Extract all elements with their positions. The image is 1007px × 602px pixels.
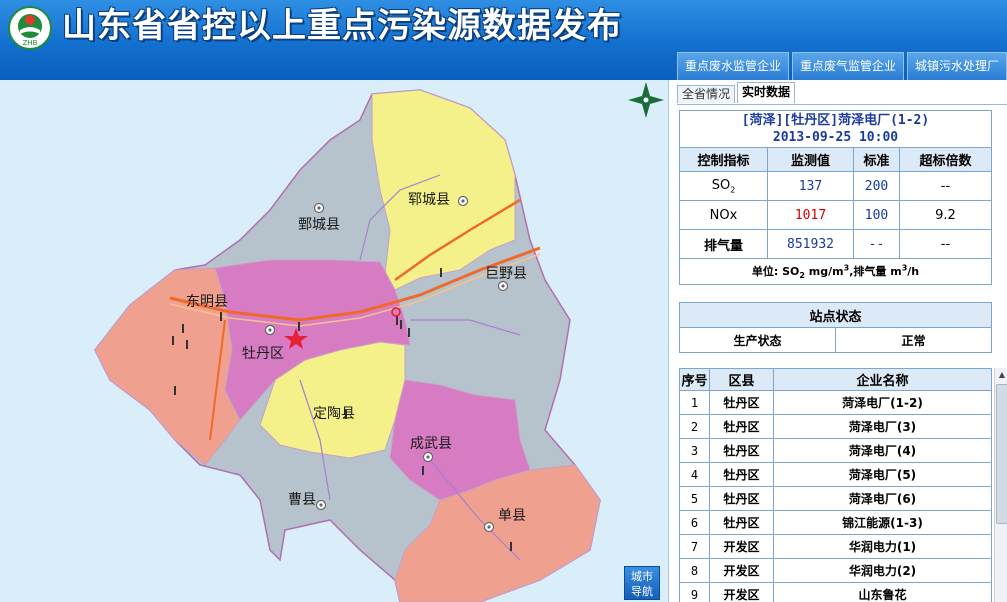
site-header: [菏泽][牡丹区]菏泽电厂(1-2) 2013-09-25 10:00 bbox=[679, 110, 992, 148]
col-multiple: 超标倍数 bbox=[899, 147, 992, 172]
header-bar: ZHB 山东省省控以上重点污染源数据发布 重点废水监管企业 重点废气监管企业 城… bbox=[0, 0, 1007, 80]
label-chengwu: 成武县 bbox=[410, 436, 452, 452]
label-dingtao: 定陶县 bbox=[313, 406, 355, 422]
gas-standard: -- bbox=[853, 229, 900, 259]
col-county: 区县 bbox=[709, 368, 774, 391]
company-table: 序号 区县 企业名称 1 牡丹区 菏泽电厂(1-2) 2 牡丹区 菏泽电厂(3) 3 牡丹… bbox=[679, 368, 992, 602]
production-status-label: 生产状态 bbox=[679, 327, 836, 353]
col-value: 监测值 bbox=[767, 147, 854, 172]
station-status-table: 站点状态 生产状态 正常 bbox=[679, 302, 992, 353]
info-panel: 全省情况 实时数据 [菏泽][牡丹区]菏泽电厂(1-2) 2013-09-25 … bbox=[668, 80, 1007, 602]
scroll-up-icon[interactable]: ▲ bbox=[996, 368, 1007, 382]
site-datetime: 2013-09-25 10:00 bbox=[772, 130, 899, 145]
company-row[interactable]: 4 牡丹区 菏泽电厂(5) bbox=[679, 462, 992, 487]
nav-tab-sewage-plant[interactable]: 城镇污水处理厂 bbox=[906, 52, 1007, 80]
scrollbar-thumb[interactable] bbox=[996, 384, 1007, 524]
panel-tabs: 全省情况 实时数据 bbox=[677, 82, 797, 104]
production-status-value: 正常 bbox=[835, 327, 992, 353]
company-row[interactable]: 7 开发区 华润电力(1) bbox=[679, 534, 992, 559]
col-no: 序号 bbox=[679, 368, 710, 391]
company-list[interactable]: 序号 区县 企业名称 1 牡丹区 菏泽电厂(1-2) 2 牡丹区 菏泽电厂(3) 3 牡丹… bbox=[679, 368, 1007, 602]
tab-realtime-data[interactable]: 实时数据 bbox=[737, 82, 796, 103]
label-caoxian: 曹县 bbox=[288, 492, 316, 508]
city-nav-line-1: 城市 bbox=[631, 570, 653, 583]
row-gas-volume: 排气量 851932 -- -- bbox=[679, 229, 992, 259]
tab-divider bbox=[677, 104, 1007, 105]
company-list-scrollbar[interactable]: ▲ bbox=[994, 368, 1007, 602]
nox-multiple: 9.2 bbox=[899, 200, 992, 230]
label-mudan: 牡丹区 bbox=[242, 346, 284, 362]
station-status-title: 站点状态 bbox=[679, 302, 992, 328]
tab-province-overview[interactable]: 全省情况 bbox=[677, 85, 736, 103]
so2-multiple: -- bbox=[899, 171, 992, 201]
logo-text: ZHB bbox=[23, 39, 38, 47]
nox-label: NOx bbox=[679, 200, 768, 230]
logo: ZHB bbox=[8, 6, 52, 50]
label-yuncheng: 郓城县 bbox=[408, 192, 450, 208]
gas-value: 851932 bbox=[767, 229, 854, 259]
nox-standard: 100 bbox=[853, 200, 900, 230]
compass-icon bbox=[628, 82, 664, 118]
so2-label: SO2 bbox=[679, 171, 768, 201]
nav-tab-waste-gas[interactable]: 重点废气监管企业 bbox=[791, 52, 904, 80]
site-name: [菏泽][牡丹区]菏泽电厂(1-2) bbox=[741, 113, 930, 128]
label-juancheng: 鄄城县 bbox=[298, 217, 340, 233]
label-juye: 巨野县 bbox=[485, 266, 527, 282]
nav-tabs: 重点废水监管企业 重点废气监管企业 城镇污水处理厂 bbox=[674, 52, 1007, 80]
row-nox: NOx 1017 100 9.2 bbox=[679, 200, 992, 230]
so2-standard: 200 bbox=[853, 171, 900, 201]
gas-multiple: -- bbox=[899, 229, 992, 259]
col-company-name: 企业名称 bbox=[773, 368, 992, 391]
row-so2: SO2 137 200 -- bbox=[679, 171, 992, 201]
unit-note: 单位: SO2 mg/m3,排气量 m3/h bbox=[679, 258, 992, 285]
gas-label: 排气量 bbox=[679, 229, 768, 259]
company-row[interactable]: 1 牡丹区 菏泽电厂(1-2) bbox=[679, 390, 992, 415]
company-row[interactable]: 9 开发区 山东鲁花 bbox=[679, 582, 992, 602]
label-shanxian: 单县 bbox=[498, 508, 526, 524]
nox-value: 1017 bbox=[767, 200, 854, 230]
label-dongming: 东明县 bbox=[186, 294, 228, 310]
map-view[interactable]: 鄄城县 郓城县 巨野县 东明县 牡丹区 定陶县 成武县 曹县 单县 城市 导航 bbox=[0, 80, 668, 602]
col-standard: 标准 bbox=[853, 147, 900, 172]
company-row[interactable]: 3 牡丹区 菏泽电厂(4) bbox=[679, 438, 992, 463]
company-row[interactable]: 5 牡丹区 菏泽电厂(6) bbox=[679, 486, 992, 511]
city-nav-line-2: 导航 bbox=[631, 585, 653, 598]
city-nav-button[interactable]: 城市 导航 bbox=[624, 566, 660, 600]
col-indicator: 控制指标 bbox=[679, 147, 768, 172]
company-row[interactable]: 8 开发区 华润电力(2) bbox=[679, 558, 992, 583]
site-title: 山东省省控以上重点污染源数据发布 bbox=[62, 6, 622, 46]
company-row[interactable]: 6 牡丹区 锦江能源(1-3) bbox=[679, 510, 992, 535]
nav-tab-wastewater[interactable]: 重点废水监管企业 bbox=[676, 52, 789, 80]
so2-value: 137 bbox=[767, 171, 854, 201]
realtime-data-table: [菏泽][牡丹区]菏泽电厂(1-2) 2013-09-25 10:00 控制指标… bbox=[679, 110, 992, 285]
company-row[interactable]: 2 牡丹区 菏泽电厂(3) bbox=[679, 414, 992, 439]
